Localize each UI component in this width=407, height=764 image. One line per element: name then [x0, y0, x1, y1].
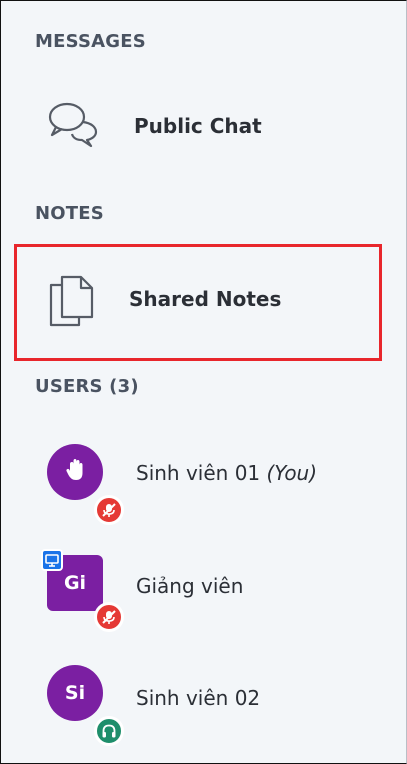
- public-chat-label: Public Chat: [134, 114, 262, 138]
- user-list-item[interactable]: Si Sinh viên 02: [1, 656, 406, 751]
- user-list-sidebar: MESSAGES Public Chat NOTES Shared Notes …: [0, 0, 407, 764]
- highlight-frame: [14, 244, 382, 361]
- raised-hand-icon: [64, 458, 86, 487]
- microphone-muted-icon: [94, 495, 124, 525]
- user-name-text: Sinh viên 01: [136, 461, 261, 485]
- chat-bubbles-icon: [45, 98, 105, 154]
- users-section-title: USERS (3): [35, 376, 139, 397]
- avatar-initials: Gi: [63, 572, 87, 594]
- user-name: Sinh viên 02: [136, 686, 261, 710]
- public-chat-item[interactable]: Public Chat: [1, 86, 406, 166]
- avatar: [47, 444, 103, 500]
- microphone-muted-icon: [94, 602, 124, 632]
- messages-section-title: MESSAGES: [35, 31, 146, 52]
- presenter-screen-icon: [41, 549, 63, 571]
- user-list-item[interactable]: Gi Giảng viên: [1, 544, 406, 634]
- user-list-item[interactable]: Sinh viên 01 (You): [1, 436, 406, 526]
- avatar-initials: Si: [64, 682, 86, 704]
- headphones-icon: [94, 716, 124, 746]
- you-suffix: (You): [266, 461, 318, 485]
- avatar: Si: [47, 665, 103, 721]
- notes-section-title: NOTES: [35, 203, 104, 224]
- user-name: Giảng viên: [136, 574, 244, 598]
- user-name: Sinh viên 01 (You): [136, 461, 317, 485]
